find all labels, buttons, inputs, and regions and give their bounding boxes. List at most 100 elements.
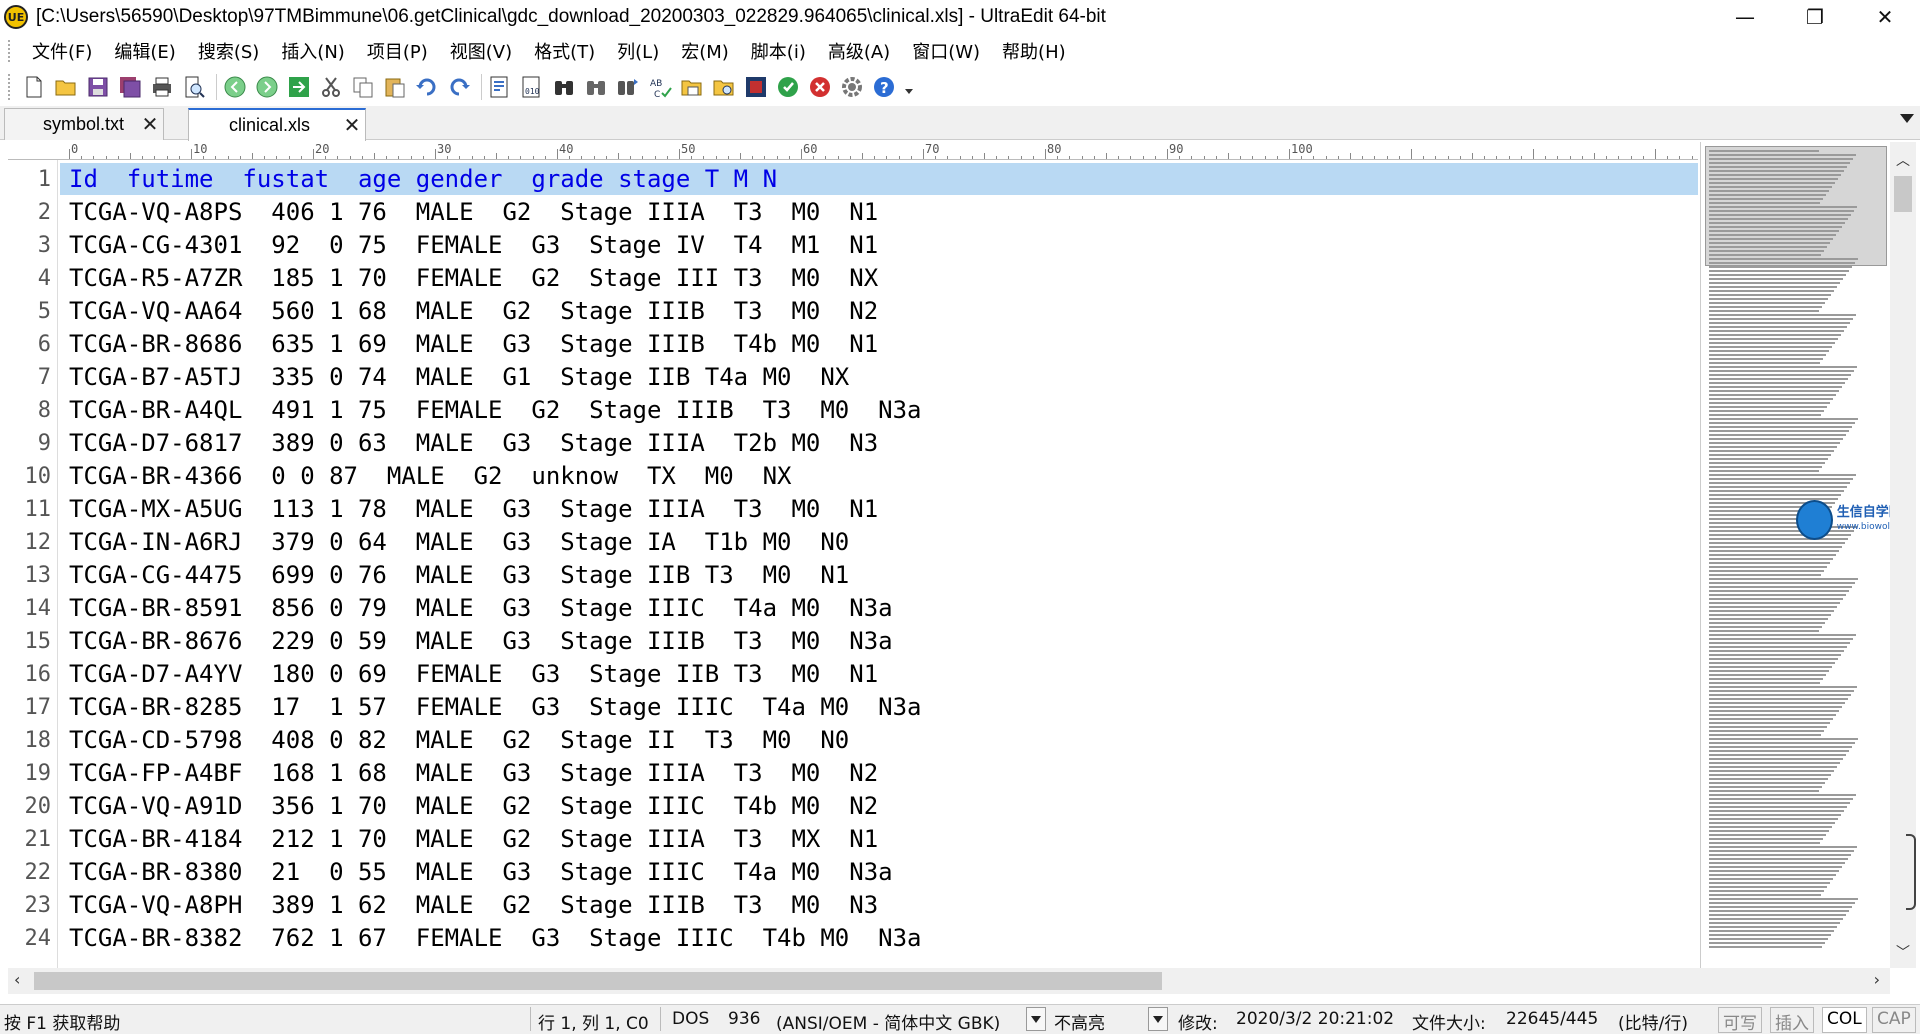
code-line[interactable]: TCGA-BR-8380 21 0 55 MALE G3 Stage IIIC … — [69, 856, 893, 889]
code-line[interactable]: TCGA-CG-4475 699 0 76 MALE G3 Stage IIB … — [69, 559, 849, 592]
code-line[interactable]: TCGA-IN-A6RJ 379 0 64 MALE G3 Stage IA T… — [69, 526, 849, 559]
code-line[interactable]: TCGA-CG-4301 92 0 75 FEMALE G3 Stage IV … — [69, 229, 878, 262]
menu-script[interactable]: 脚本(i) — [741, 38, 816, 64]
line-number[interactable]: 10 — [25, 460, 52, 493]
code-line[interactable]: TCGA-BR-8591 856 0 79 MALE G3 Stage IIIC… — [69, 592, 893, 625]
line-number[interactable]: 23 — [25, 889, 52, 922]
tab-list-dropdown-icon[interactable] — [1900, 114, 1914, 123]
toolbar-overflow-icon[interactable] — [902, 73, 916, 101]
status-position[interactable]: 行 1, 列 1, C0 — [538, 1009, 649, 1034]
minimap[interactable] — [1700, 142, 1890, 968]
code-line[interactable]: TCGA-D7-6817 389 0 63 MALE G3 Stage IIIA… — [69, 427, 878, 460]
stop-icon[interactable] — [806, 73, 834, 101]
file-compare-icon[interactable] — [678, 73, 706, 101]
line-number[interactable]: 15 — [25, 625, 52, 658]
paste-icon[interactable] — [381, 73, 409, 101]
scroll-right-icon[interactable]: › — [1874, 970, 1880, 989]
cut-icon[interactable] — [317, 73, 345, 101]
run-icon[interactable] — [774, 73, 802, 101]
line-number[interactable]: 17 — [25, 691, 52, 724]
code-line[interactable]: TCGA-BR-4184 212 1 70 MALE G2 Stage IIIA… — [69, 823, 878, 856]
line-number[interactable]: 20 — [25, 790, 52, 823]
code-line[interactable]: TCGA-BR-A4QL 491 1 75 FEMALE G2 Stage II… — [69, 394, 922, 427]
replace-icon[interactable] — [614, 73, 642, 101]
file-explorer-icon[interactable] — [710, 73, 738, 101]
editor-pane[interactable]: 1 2 3 4 5 6 7 8 9 10 11 12 13 14 15 16 17 18 19 20 21 22 23 24 … — [8, 160, 1698, 968]
line-number[interactable]: 19 — [25, 757, 52, 790]
vertical-scrollbar[interactable]: ︿ ﹀ — [1890, 142, 1916, 968]
save-all-icon[interactable] — [116, 73, 144, 101]
line-number[interactable]: 18 — [25, 724, 52, 757]
code-line[interactable]: TCGA-R5-A7ZR 185 1 70 FEMALE G2 Stage II… — [69, 262, 878, 295]
open-folder-icon[interactable] — [52, 73, 80, 101]
line-number[interactable]: 16 — [25, 658, 52, 691]
line-number[interactable]: 4 — [38, 262, 51, 295]
find-next-icon[interactable] — [582, 73, 610, 101]
undo-icon[interactable] — [413, 73, 441, 101]
line-number[interactable]: 24 — [25, 922, 52, 955]
line-number[interactable]: 11 — [25, 493, 52, 526]
line-number[interactable]: 1 — [38, 163, 51, 196]
menu-window[interactable]: 窗口(W) — [902, 38, 990, 64]
redo-icon[interactable] — [445, 73, 473, 101]
line-number[interactable]: 12 — [25, 526, 52, 559]
status-highlight[interactable]: 不高亮 — [1054, 1009, 1105, 1034]
menu-column[interactable]: 列(L) — [607, 38, 669, 64]
ultraedit-app-icon[interactable]: UE — [4, 5, 28, 29]
tab-clinical-xls[interactable]: clinical.xls ✕ — [188, 108, 366, 141]
save-icon[interactable] — [84, 73, 112, 101]
back-icon[interactable] — [221, 73, 249, 101]
code-line[interactable]: TCGA-BR-8382 762 1 67 FEMALE G3 Stage II… — [69, 922, 922, 955]
help-icon[interactable]: ? — [870, 73, 898, 101]
spell-check-icon[interactable]: AB C — [646, 73, 674, 101]
restore-button[interactable]: ❐ — [1780, 0, 1850, 34]
line-number[interactable]: 9 — [38, 427, 51, 460]
line-number[interactable]: 14 — [25, 592, 52, 625]
line-number[interactable]: 2 — [38, 196, 51, 229]
goto-icon[interactable] — [285, 73, 313, 101]
line-number-gutter[interactable]: 1 2 3 4 5 6 7 8 9 10 11 12 13 14 15 16 17 18 19 20 21 22 23 24 — [8, 160, 58, 968]
new-file-icon[interactable] — [20, 73, 48, 101]
status-codepage[interactable]: 936 — [728, 1009, 760, 1029]
encoding-dropdown-icon[interactable] — [1026, 1007, 1046, 1031]
close-window-button[interactable]: ✕ — [1850, 0, 1920, 34]
status-insert-mode[interactable]: 插入 — [1770, 1007, 1814, 1034]
find-icon[interactable] — [550, 73, 578, 101]
print-preview-icon[interactable] — [180, 73, 208, 101]
print-icon[interactable] — [148, 73, 176, 101]
line-number[interactable]: 13 — [25, 559, 52, 592]
code-line[interactable]: TCGA-BR-4366 0 0 87 MALE G2 unknow TX M0… — [69, 460, 791, 493]
line-number[interactable]: 8 — [38, 394, 51, 427]
line-number[interactable]: 5 — [38, 295, 51, 328]
hex-edit-icon[interactable] — [486, 73, 514, 101]
code-line[interactable]: TCGA-B7-A5TJ 335 0 74 MALE G1 Stage IIB … — [69, 361, 849, 394]
binary-icon[interactable]: 010 — [518, 73, 546, 101]
menu-search[interactable]: 搜索(S) — [188, 38, 269, 64]
minimize-button[interactable]: — — [1710, 0, 1780, 34]
code-line[interactable]: TCGA-VQ-A91D 356 1 70 MALE G2 Stage IIIC… — [69, 790, 878, 823]
code-line[interactable]: TCGA-VQ-A8PH 389 1 62 MALE G2 Stage IIIB… — [69, 889, 878, 922]
line-number[interactable]: 3 — [38, 229, 51, 262]
code-line[interactable]: TCGA-CD-5798 408 0 82 MALE G2 Stage II T… — [69, 724, 849, 757]
close-tab-icon[interactable]: ✕ — [137, 112, 163, 137]
code-line[interactable]: TCGA-VQ-AA64 560 1 68 MALE G2 Stage IIIB… — [69, 295, 878, 328]
line-number[interactable]: 6 — [38, 328, 51, 361]
menu-grip[interactable] — [8, 40, 12, 62]
code-line[interactable]: TCGA-VQ-A8PS 406 1 76 MALE G2 Stage IIIA… — [69, 196, 878, 229]
code-line[interactable]: TCGA-BR-8676 229 0 59 MALE G3 Stage IIIB… — [69, 625, 893, 658]
status-line-ending[interactable]: DOS — [672, 1009, 709, 1029]
horizontal-scrollbar[interactable]: ‹ › — [8, 968, 1890, 994]
line-number[interactable]: 7 — [38, 361, 51, 394]
menu-edit[interactable]: 编辑(E) — [104, 38, 185, 64]
script-icon[interactable] — [742, 73, 770, 101]
copy-icon[interactable] — [349, 73, 377, 101]
code-line[interactable]: TCGA-MX-A5UG 113 1 78 MALE G3 Stage IIIA… — [69, 493, 878, 526]
menu-advanced[interactable]: 高级(A) — [818, 38, 900, 64]
menu-file[interactable]: 文件(F) — [22, 38, 102, 64]
horizontal-scroll-thumb[interactable] — [34, 972, 1162, 990]
status-writable[interactable]: 可写 — [1718, 1007, 1762, 1034]
line-number[interactable]: 21 — [25, 823, 52, 856]
forward-icon[interactable] — [253, 73, 281, 101]
menu-help[interactable]: 帮助(H) — [992, 38, 1076, 64]
tab-symbol-txt[interactable]: symbol.txt ✕ — [4, 108, 164, 140]
